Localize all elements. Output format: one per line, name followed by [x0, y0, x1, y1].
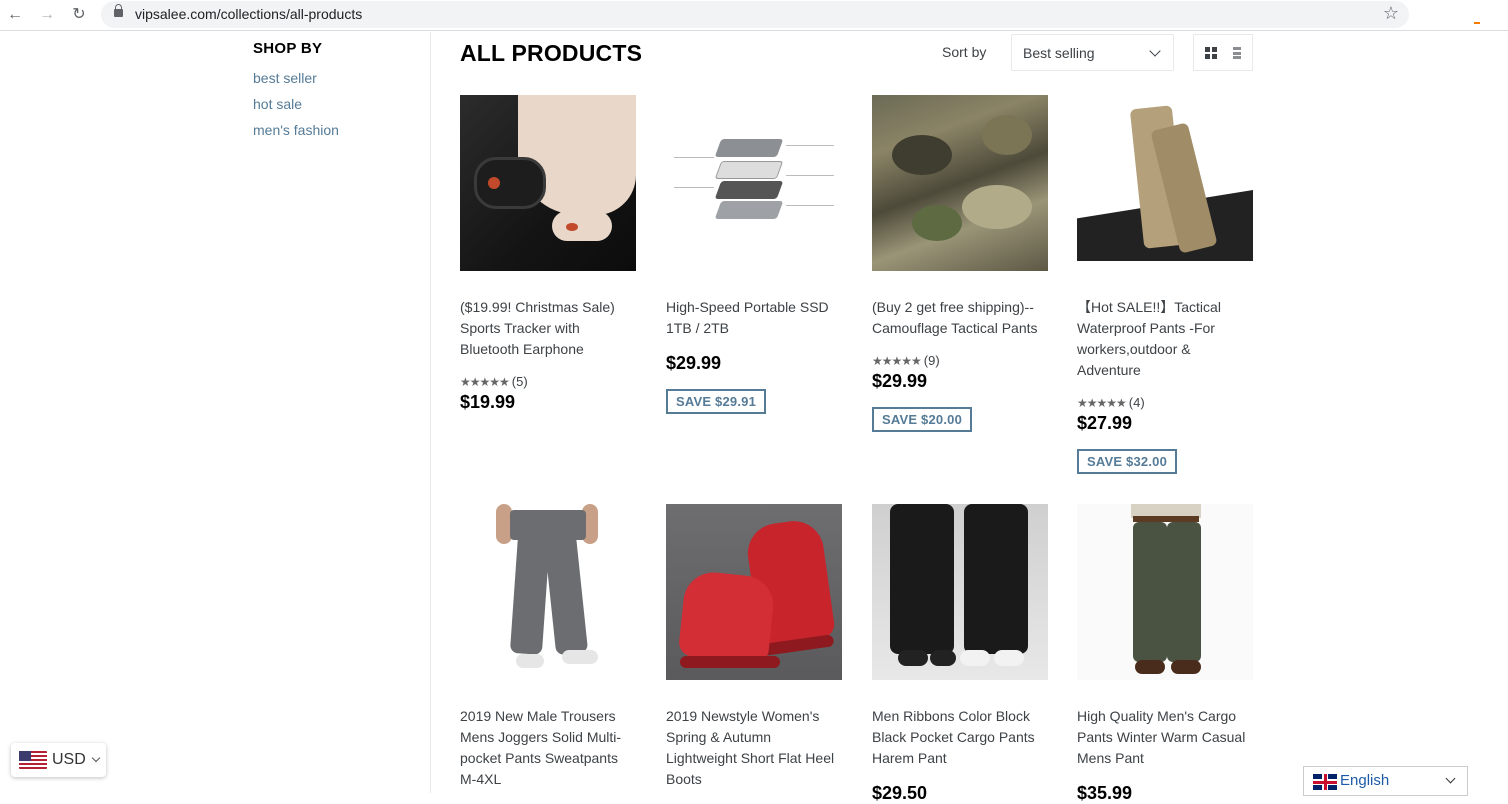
product-title[interactable]: 2019 New Male Trousers Mens Joggers Soli… [460, 706, 636, 790]
product-card[interactable]: ($19.99! Christmas Sale) Sports Tracker … [460, 95, 636, 413]
product-price: $19.99 [460, 392, 516, 412]
product-title[interactable]: ($19.99! Christmas Sale) Sports Tracker … [460, 297, 636, 360]
product-rating: ★★★★★ (5) [460, 374, 636, 390]
browser-toolbar: ← → ↻ vipsalee.com/collections/all-produ… [0, 0, 1508, 31]
product-title[interactable]: 【Hot SALE!!】Tactical Waterproof Pants -F… [1077, 297, 1253, 381]
star-rating-icon: ★★★★★ [1077, 396, 1127, 410]
product-image[interactable] [666, 504, 842, 680]
sidebar-title: SHOP BY [253, 40, 323, 57]
save-badge: SAVE $32.00 [1077, 449, 1178, 474]
product-price: $29.99 [666, 353, 722, 373]
product-image[interactable] [460, 95, 636, 271]
product-image[interactable] [872, 95, 1048, 271]
product-rating: ★★★★★ (9) [872, 353, 1048, 369]
reload-icon[interactable]: ↻ [68, 4, 90, 26]
review-count: (4) [1128, 395, 1145, 410]
chevron-down-icon [91, 753, 101, 763]
currency-selector[interactable]: USD [11, 743, 106, 777]
product-card[interactable]: High Quality Men's Cargo Pants Winter Wa… [1077, 504, 1253, 804]
product-image[interactable] [666, 95, 842, 271]
sort-value: Best selling [1023, 45, 1095, 61]
product-image[interactable] [1077, 504, 1253, 680]
forward-arrow-icon[interactable]: → [36, 4, 58, 26]
uk-flag-icon [1313, 774, 1337, 790]
sidebar-link-mens-fashion[interactable]: men's fashion [253, 122, 423, 138]
review-count: (9) [923, 353, 940, 368]
extension-indicator [1474, 22, 1480, 24]
sidebar-link-best-seller[interactable]: best seller [253, 70, 423, 86]
product-image[interactable] [872, 504, 1048, 680]
product-title[interactable]: (Buy 2 get free shipping)--Camouflage Ta… [872, 297, 1048, 339]
chevron-down-icon [1445, 773, 1456, 784]
currency-code: USD [52, 751, 86, 768]
product-image[interactable] [1077, 95, 1253, 271]
product-rating: ★★★★★ (4) [1077, 395, 1253, 411]
language-label: English [1340, 772, 1390, 789]
product-card[interactable]: 2019 Newstyle Women's Spring & Autumn Li… [666, 504, 842, 790]
back-arrow-icon[interactable]: ← [4, 4, 26, 26]
page-title: ALL PRODUCTS [460, 40, 643, 66]
address-bar[interactable]: vipsalee.com/collections/all-products ☆ [101, 1, 1409, 28]
product-title[interactable]: High Quality Men's Cargo Pants Winter Wa… [1077, 706, 1253, 769]
url-text[interactable]: vipsalee.com/collections/all-products [135, 6, 362, 22]
product-price: $29.99 [872, 371, 928, 391]
review-count: (5) [511, 374, 528, 389]
sort-label: Sort by [942, 44, 987, 60]
product-card[interactable]: High-Speed Portable SSD 1TB / 2TB $29.99… [666, 95, 842, 414]
product-card[interactable]: 2019 New Male Trousers Mens Joggers Soli… [460, 504, 636, 790]
sidebar-link-hot-sale[interactable]: hot sale [253, 96, 423, 112]
product-price: $27.99 [1077, 413, 1133, 433]
product-card[interactable]: 【Hot SALE!!】Tactical Waterproof Pants -F… [1077, 95, 1253, 474]
grid-view-icon[interactable] [1205, 47, 1217, 59]
view-toggle [1193, 34, 1253, 71]
product-title[interactable]: 2019 Newstyle Women's Spring & Autumn Li… [666, 706, 842, 790]
product-title[interactable]: High-Speed Portable SSD 1TB / 2TB [666, 297, 842, 339]
chevron-down-icon [1149, 45, 1161, 57]
sort-select[interactable]: Best selling [1011, 34, 1174, 71]
product-card[interactable]: (Buy 2 get free shipping)--Camouflage Ta… [872, 95, 1048, 432]
save-badge: SAVE $20.00 [872, 407, 973, 432]
sidebar-divider [430, 32, 431, 793]
language-selector[interactable]: English [1303, 766, 1468, 796]
star-rating-icon: ★★★★★ [872, 354, 922, 368]
product-price: $29.50 [872, 783, 928, 803]
lock-icon [114, 4, 123, 17]
bookmark-star-icon[interactable]: ☆ [1383, 3, 1399, 24]
us-flag-icon [19, 751, 47, 769]
star-rating-icon: ★★★★★ [460, 375, 510, 389]
list-view-icon[interactable] [1229, 47, 1241, 59]
product-title[interactable]: Men Ribbons Color Block Black Pocket Car… [872, 706, 1048, 769]
sidebar: SHOP BY best seller hot sale men's fashi… [253, 40, 423, 138]
product-card[interactable]: Men Ribbons Color Block Black Pocket Car… [872, 504, 1048, 804]
save-badge: SAVE $29.91 [666, 389, 767, 414]
product-image[interactable] [460, 504, 636, 680]
product-price: $35.99 [1077, 783, 1133, 803]
